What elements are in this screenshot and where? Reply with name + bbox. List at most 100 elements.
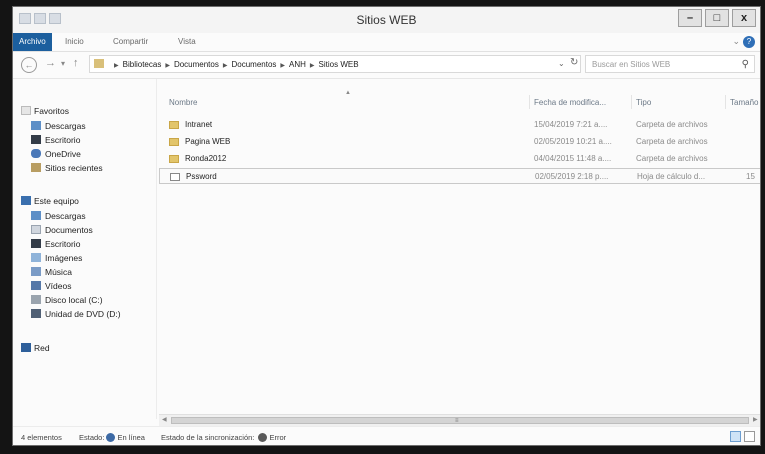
library-icon bbox=[94, 59, 104, 68]
column-divider[interactable] bbox=[529, 95, 530, 109]
file-name: Ronda2012 bbox=[185, 154, 227, 163]
help-icon[interactable]: ? bbox=[743, 36, 755, 48]
sort-indicator-icon: ▲ bbox=[345, 90, 351, 96]
details-view-icon[interactable] bbox=[730, 431, 741, 442]
back-icon[interactable]: ← bbox=[21, 57, 37, 73]
expand-ribbon-icon[interactable]: ⌄ bbox=[732, 36, 740, 47]
nav-pc-label: Este equipo bbox=[34, 196, 79, 206]
item-count: 4 elementos bbox=[21, 433, 62, 442]
computer-icon bbox=[21, 196, 31, 205]
search-icon[interactable]: ⚲ bbox=[742, 56, 749, 73]
folder-icon bbox=[169, 155, 179, 163]
nav-item-label: Música bbox=[45, 267, 72, 277]
pane-divider[interactable] bbox=[156, 79, 157, 419]
title-bar: Sitios WEB – □ x bbox=[13, 7, 760, 33]
nav-item-pc-descargas[interactable]: Descargas bbox=[31, 211, 86, 221]
file-row-pagina-web[interactable]: Pagina WEB 02/05/2019 10:21 a.... Carpet… bbox=[159, 134, 760, 150]
nav-item-pc-escritorio[interactable]: Escritorio bbox=[31, 239, 80, 249]
status-sync: Estado de la sincronización: Error bbox=[161, 433, 286, 442]
desktop-icon bbox=[31, 135, 41, 144]
nav-item-sitios-recientes[interactable]: Sitios recientes bbox=[31, 163, 103, 173]
nav-item-pc-musica[interactable]: Música bbox=[31, 267, 72, 277]
file-name: Pssword bbox=[186, 172, 217, 181]
nav-item-descargas[interactable]: Descargas bbox=[31, 121, 86, 131]
nav-item-pc-videos[interactable]: Vídeos bbox=[31, 281, 71, 291]
downloads-icon bbox=[31, 121, 41, 130]
recent-places-icon bbox=[31, 163, 41, 172]
nav-item-escritorio[interactable]: Escritorio bbox=[31, 135, 80, 145]
file-list: ▲ Nombre Fecha de modifica... Tipo Tamañ… bbox=[159, 79, 760, 414]
tab-inicio[interactable]: Inicio bbox=[65, 33, 84, 51]
breadcrumb-bibliotecas[interactable]: Bibliotecas bbox=[123, 60, 162, 69]
file-type: Carpeta de archivos bbox=[636, 154, 708, 163]
file-type: Carpeta de archivos bbox=[636, 137, 708, 146]
maximize-button[interactable]: □ bbox=[705, 9, 729, 27]
downloads-icon bbox=[31, 211, 41, 220]
nav-item-label: Documentos bbox=[45, 225, 93, 235]
file-row-intranet[interactable]: Intranet 15/04/2019 7:21 a.... Carpeta d… bbox=[159, 117, 760, 133]
videos-icon bbox=[31, 281, 41, 290]
column-header-type[interactable]: Tipo bbox=[636, 98, 651, 107]
breadcrumb: ▶ Bibliotecas ▶ Documentos ▶ Documentos ▶ ANH ▶ S… bbox=[114, 60, 359, 69]
nav-item-label: Imágenes bbox=[45, 253, 83, 263]
tab-compartir[interactable]: Compartir bbox=[113, 33, 148, 51]
recent-locations-icon[interactable]: ▾ bbox=[61, 59, 65, 68]
nav-network-label: Red bbox=[34, 343, 50, 353]
documents-icon bbox=[31, 225, 41, 234]
star-icon bbox=[21, 106, 31, 115]
music-icon bbox=[31, 267, 41, 276]
forward-icon[interactable]: → bbox=[45, 57, 56, 69]
column-header-size[interactable]: Tamaño bbox=[730, 98, 758, 107]
horizontal-scrollbar[interactable]: ◀ ≡ ▶ bbox=[159, 414, 760, 426]
explorer-window: Sitios WEB – □ x Archivo Inicio Comparti… bbox=[12, 6, 761, 446]
pictures-icon bbox=[31, 253, 41, 262]
address-bar[interactable]: ▶ Bibliotecas ▶ Documentos ▶ Documentos ▶ ANH ▶ S… bbox=[89, 55, 581, 73]
column-header-date[interactable]: Fecha de modifica... bbox=[534, 98, 606, 107]
nav-favorites-label: Favoritos bbox=[34, 106, 69, 116]
status-bar: 4 elementos Estado: En línea Estado de la… bbox=[13, 426, 760, 445]
large-icons-view-icon[interactable] bbox=[744, 431, 755, 442]
status-state-value: En línea bbox=[117, 433, 145, 442]
scroll-grip-icon: ≡ bbox=[455, 418, 459, 424]
up-icon[interactable]: ↑ bbox=[73, 57, 79, 69]
column-divider[interactable] bbox=[631, 95, 632, 109]
cloud-icon bbox=[31, 149, 41, 158]
close-button[interactable]: x bbox=[732, 9, 756, 27]
file-date: 04/04/2015 11:48 a.... bbox=[534, 154, 612, 163]
breadcrumb-anh[interactable]: ANH bbox=[289, 60, 306, 69]
hard-drive-icon bbox=[31, 295, 41, 304]
scroll-left-icon[interactable]: ◀ bbox=[162, 416, 167, 423]
nav-item-dvd[interactable]: Unidad de DVD (D:) bbox=[31, 309, 121, 319]
file-size: 15 bbox=[746, 172, 755, 181]
nav-item-label: Escritorio bbox=[45, 239, 81, 249]
file-date: 15/04/2019 7:21 a.... bbox=[534, 120, 608, 129]
column-header-name[interactable]: Nombre bbox=[169, 98, 197, 107]
nav-item-disco-local[interactable]: Disco local (C:) bbox=[31, 295, 103, 305]
breadcrumb-documentos-sub[interactable]: Documentos bbox=[231, 60, 276, 69]
desktop-icon bbox=[31, 239, 41, 248]
file-type: Carpeta de archivos bbox=[636, 120, 708, 129]
nav-item-pc-imagenes[interactable]: Imágenes bbox=[31, 253, 82, 263]
nav-item-label: Vídeos bbox=[45, 281, 72, 291]
nav-item-onedrive[interactable]: OneDrive bbox=[31, 149, 81, 159]
file-row-ronda2012[interactable]: Ronda2012 04/04/2015 11:48 a.... Carpeta… bbox=[159, 151, 760, 167]
nav-item-pc-documentos[interactable]: Documentos bbox=[31, 225, 93, 235]
nav-este-equipo[interactable]: Este equipo bbox=[21, 196, 79, 206]
column-divider[interactable] bbox=[725, 95, 726, 109]
refresh-icon[interactable]: ↻ bbox=[570, 57, 578, 68]
nav-favorites[interactable]: Favoritos bbox=[21, 106, 69, 116]
nav-red[interactable]: Red bbox=[21, 343, 50, 353]
breadcrumb-sitios-web[interactable]: Sitios WEB bbox=[319, 60, 359, 69]
scroll-right-icon[interactable]: ▶ bbox=[753, 416, 758, 423]
tab-vista[interactable]: Vista bbox=[178, 33, 196, 51]
nav-item-label: Unidad de DVD (D:) bbox=[45, 309, 121, 319]
window-controls: – □ x bbox=[678, 9, 756, 27]
search-box[interactable]: Buscar en Sitios WEB ⚲ bbox=[585, 55, 755, 73]
file-type: Hoja de cálculo d... bbox=[637, 172, 706, 181]
address-dropdown-icon[interactable]: ⌄ bbox=[558, 59, 565, 68]
scrollbar-thumb[interactable]: ≡ bbox=[171, 417, 749, 424]
file-row-pssword[interactable]: Pssword 02/05/2019 2:18 p.... Hoja de cá… bbox=[159, 168, 760, 184]
breadcrumb-documentos[interactable]: Documentos bbox=[174, 60, 219, 69]
minimize-button[interactable]: – bbox=[678, 9, 702, 27]
tab-archivo[interactable]: Archivo bbox=[13, 33, 52, 51]
